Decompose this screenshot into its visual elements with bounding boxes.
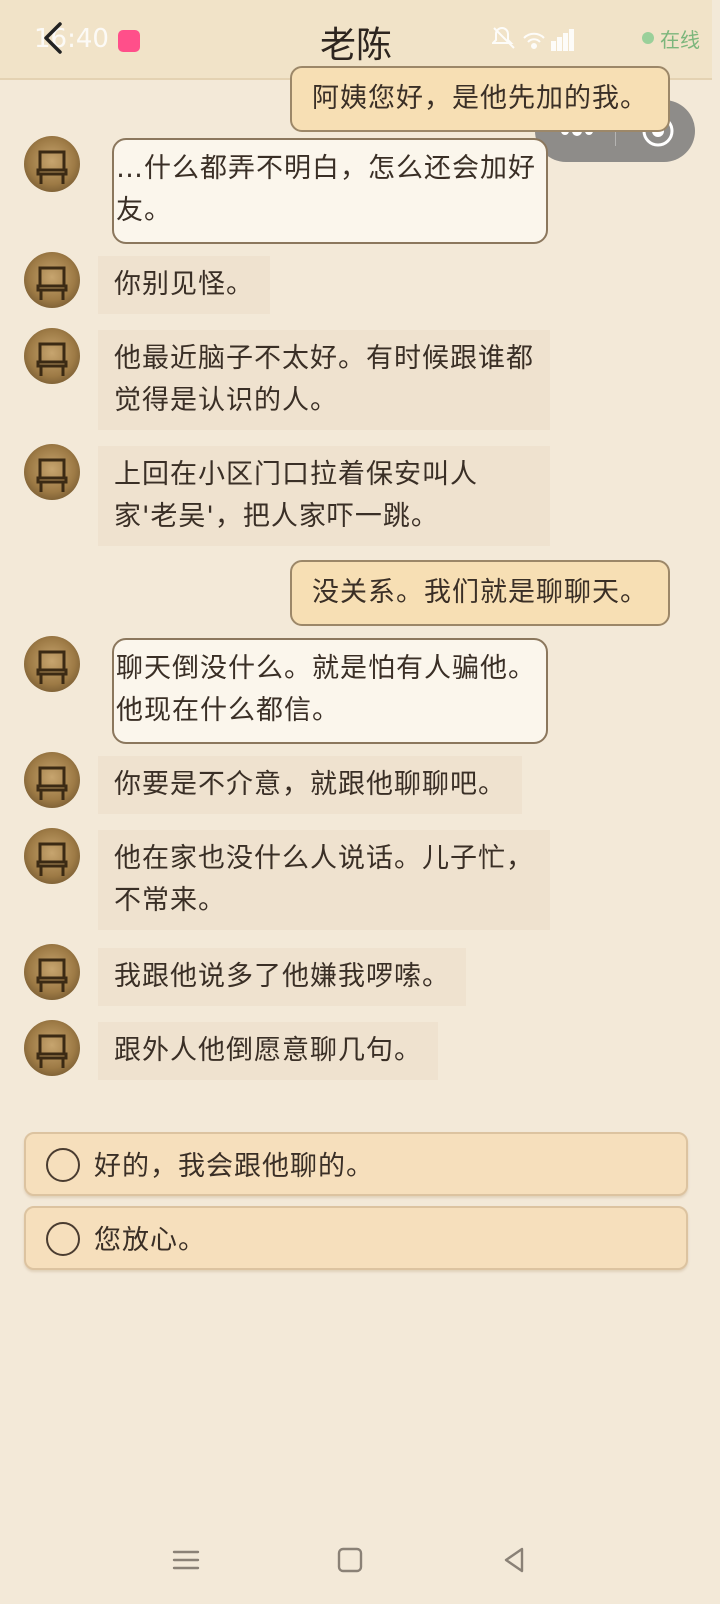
- contact-message-bubble: 上回在小区门口拉着保安叫人家'老吴'，把人家吓一跳。: [98, 446, 550, 546]
- my-message-bubble: 阿姨您好，是他先加的我。: [290, 66, 670, 132]
- chair-icon: [36, 842, 68, 876]
- contact-message-bubble: 我跟他说多了他嫌我啰嗦。: [98, 948, 466, 1006]
- reply-option-label: 好的，我会跟他聊的。: [94, 1151, 374, 1182]
- contact-avatar[interactable]: [24, 328, 80, 384]
- contact-message-bubble: 他最近脑子不太好。有时候跟谁都觉得是认识的人。: [98, 330, 550, 430]
- contact-avatar[interactable]: [24, 1020, 80, 1076]
- radio-circle-icon[interactable]: [46, 1222, 80, 1256]
- my-message-bubble: 没关系。我们就是聊聊天。: [290, 560, 670, 626]
- status-icons: [492, 27, 574, 51]
- online-status: 在线: [642, 24, 700, 52]
- contact-avatar[interactable]: [24, 944, 80, 1000]
- contact-message-bubble: …什么都弄不明白，怎么还会加好友。: [112, 138, 548, 244]
- contact-avatar[interactable]: [24, 444, 80, 500]
- online-label: 在线: [660, 27, 700, 52]
- online-dot-icon: [642, 32, 654, 44]
- contact-avatar[interactable]: [24, 752, 80, 808]
- contact-message-bubble: 他在家也没什么人说话。儿子忙，不常来。: [98, 830, 550, 930]
- chair-icon: [36, 650, 68, 684]
- menu-icon[interactable]: [168, 1542, 204, 1578]
- contact-avatar[interactable]: [24, 828, 80, 884]
- contact-avatar[interactable]: [24, 636, 80, 692]
- home-square-icon[interactable]: [332, 1542, 368, 1578]
- reply-option[interactable]: 好的，我会跟他聊的。: [24, 1132, 688, 1196]
- back-triangle-icon[interactable]: [496, 1542, 532, 1578]
- contact-avatar[interactable]: [24, 136, 80, 192]
- contact-message-bubble: 跟外人他倒愿意聊几句。: [98, 1022, 438, 1080]
- chat-title: 老陈: [319, 25, 392, 66]
- contact-message-bubble: 你别见怪。: [98, 256, 270, 314]
- contact-avatar[interactable]: [24, 252, 80, 308]
- chair-icon: [36, 1034, 68, 1068]
- contact-message-bubble: 聊天倒没什么。就是怕有人骗他。他现在什么都信。: [112, 638, 548, 744]
- chair-icon: [36, 342, 68, 376]
- reply-option-label: 您放心。: [94, 1225, 206, 1256]
- chair-icon: [36, 458, 68, 492]
- chair-icon: [36, 150, 68, 184]
- system-nav-bar: [0, 1520, 720, 1604]
- chair-icon: [36, 958, 68, 992]
- chair-icon: [36, 266, 68, 300]
- reply-option[interactable]: 您放心。: [24, 1206, 688, 1270]
- radio-circle-icon[interactable]: [46, 1148, 80, 1182]
- contact-message-bubble: 你要是不介意，就跟他聊聊吧。: [98, 756, 522, 814]
- chair-icon: [36, 766, 68, 800]
